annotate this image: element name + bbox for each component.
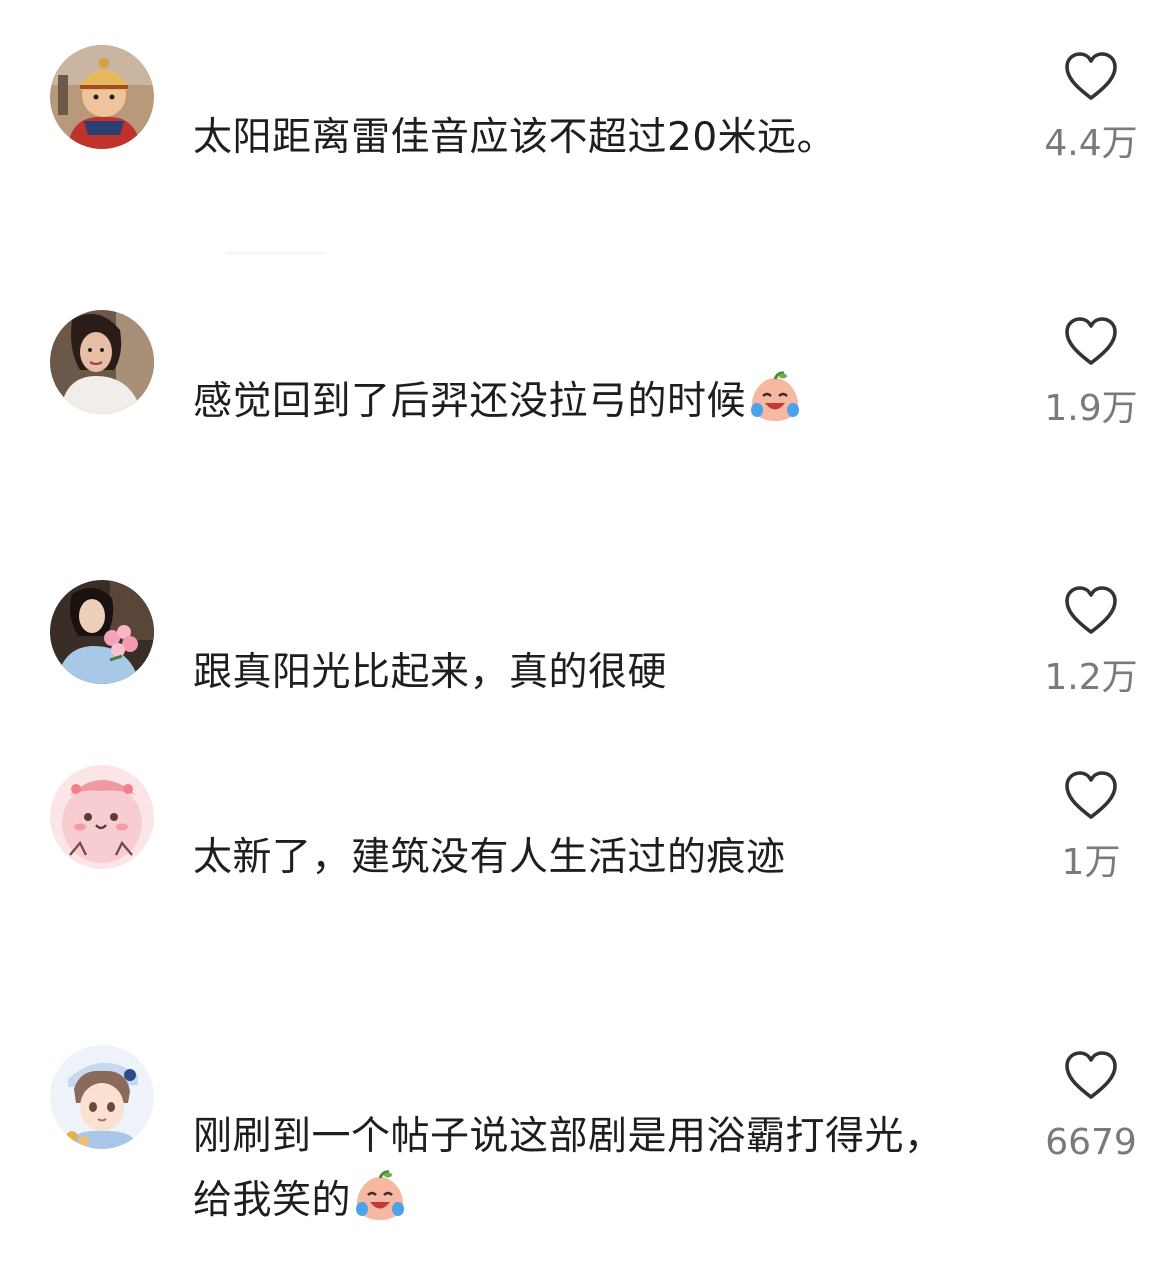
like-button[interactable]: 1.9万 [1030, 315, 1152, 429]
like-count: 1.2万 [1044, 657, 1138, 698]
heart-outline-icon[interactable] [1063, 50, 1119, 102]
crying-laughing-peach-emoji [751, 371, 800, 421]
crying-laughing-peach-emoji [356, 1170, 405, 1220]
heart-outline-icon[interactable] [1063, 584, 1119, 636]
comment-text: 感觉回到了后羿还没拉弓的时候 [193, 370, 983, 434]
avatar[interactable] [50, 765, 154, 869]
comment-text: 跟真阳光比起来，真的很硬 [193, 650, 668, 695]
comment-text-content: 刚刷到一个帖子说这部剧是用浴霸打得光，给我笑的 [193, 1114, 944, 1223]
like-count: 1万 [1061, 842, 1121, 883]
avatar[interactable] [50, 310, 154, 414]
like-button[interactable]: 6679 [1030, 1049, 1152, 1163]
heart-outline-icon[interactable] [1063, 1049, 1119, 1101]
like-count: 6679 [1045, 1122, 1137, 1163]
comment-text: 太新了，建筑没有人生活过的痕迹 [193, 835, 786, 880]
comment-text: 太阳距离雷佳音应该不超过20米远。 [193, 115, 837, 160]
avatar[interactable] [50, 580, 154, 684]
divider [225, 252, 325, 254]
avatar[interactable] [50, 1045, 154, 1149]
comment-text-content: 感觉回到了后羿还没拉弓的时候 [193, 379, 747, 424]
like-count: 4.4万 [1044, 123, 1138, 164]
like-count: 1.9万 [1044, 388, 1138, 429]
like-button[interactable]: 1万 [1030, 769, 1152, 883]
like-button[interactable]: 1.2万 [1030, 584, 1152, 698]
heart-outline-icon[interactable] [1063, 315, 1119, 367]
like-button[interactable]: 4.4万 [1030, 50, 1152, 164]
comment-text: 刚刷到一个帖子说这部剧是用浴霸打得光，给我笑的 [193, 1105, 963, 1233]
heart-outline-icon[interactable] [1063, 769, 1119, 821]
avatar[interactable] [50, 45, 154, 149]
